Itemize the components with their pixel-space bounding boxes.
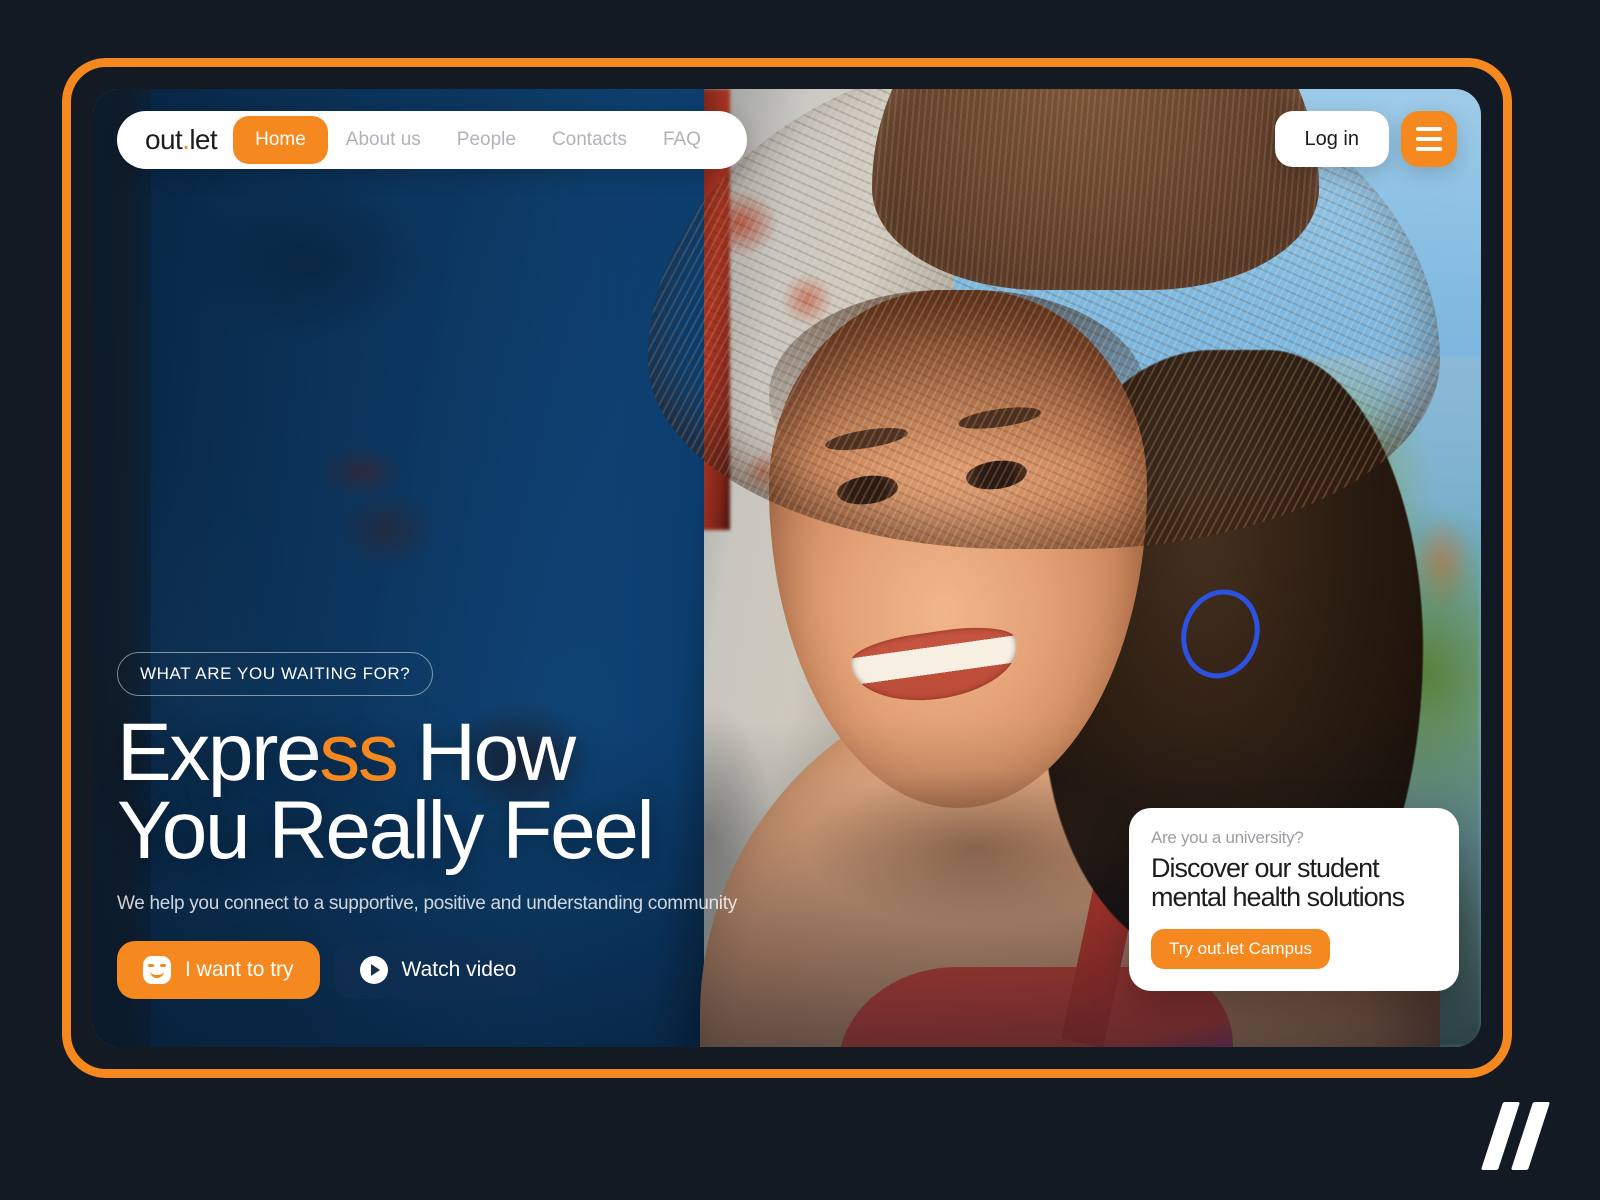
hamburger-bar-3: [1416, 147, 1442, 151]
headline-accent: ss: [319, 706, 399, 798]
hero-cta-row: I want to try Watch video: [117, 941, 777, 999]
login-button[interactable]: Log in: [1274, 111, 1389, 167]
headline-line-2: You Really Feel: [117, 785, 655, 877]
campus-card-kicker: Are you a university?: [1151, 827, 1304, 847]
nav-item-people[interactable]: People: [439, 119, 534, 161]
i-want-to-try-button[interactable]: I want to try: [117, 941, 320, 999]
nav-item-contacts[interactable]: Contacts: [534, 119, 645, 161]
campus-card-title: Discover our student mental health soluti…: [1151, 852, 1437, 913]
nav-item-faq[interactable]: FAQ: [645, 119, 719, 161]
campus-title-line-2: mental health solutions: [1151, 882, 1405, 913]
brand-logo-prefix: out: [145, 124, 183, 155]
headline-part-2: How: [396, 706, 576, 798]
smiley-mouth: [150, 971, 164, 978]
main-navbar: out.let Home About us People Contacts FA…: [117, 111, 747, 169]
smiley-eye-left: [148, 964, 154, 967]
play-circle-icon: [359, 956, 388, 984]
double-slash-logo: [1472, 1096, 1562, 1178]
i-want-to-try-label: I want to try: [185, 958, 294, 981]
campus-promo-card: Are you a university? Discover our stude…: [1129, 807, 1459, 991]
try-outlet-campus-button[interactable]: Try out.let Campus: [1151, 929, 1330, 969]
headline-part-1: Expre: [117, 706, 322, 798]
hero-screen: out.let Home About us People Contacts FA…: [93, 89, 1481, 1047]
smiley-eye-right: [160, 964, 166, 967]
navbar-actions: Log in: [1274, 111, 1457, 167]
hamburger-bar-2: [1416, 137, 1442, 141]
page-canvas: out.let Home About us People Contacts FA…: [0, 0, 1600, 1200]
hero-content: WHAT ARE YOU WAITING FOR? Express How You…: [117, 651, 777, 999]
brand-logo[interactable]: out.let: [131, 124, 233, 156]
hero-headline: Express How You Really Feel: [117, 711, 777, 872]
watch-video-label: Watch video: [401, 958, 517, 981]
hero-eyebrow-badge: WHAT ARE YOU WAITING FOR?: [117, 651, 434, 696]
slash-stroke-2: [1510, 1102, 1551, 1170]
brand-logo-suffix: let: [189, 124, 218, 155]
hamburger-bar-1: [1416, 127, 1442, 131]
device-frame: out.let Home About us People Contacts FA…: [62, 58, 1512, 1078]
nav-links: Home About us People Contacts FAQ: [233, 116, 719, 164]
hamburger-icon[interactable]: [1401, 111, 1457, 167]
watch-video-button[interactable]: Watch video: [333, 941, 543, 999]
campus-title-line-1: Discover our student: [1151, 852, 1380, 883]
nav-item-about-us[interactable]: About us: [328, 119, 439, 161]
nav-item-home[interactable]: Home: [233, 116, 328, 164]
smiley-face-icon: [143, 956, 171, 984]
hero-subhead: We help you connect to a supportive, pos…: [117, 893, 737, 914]
